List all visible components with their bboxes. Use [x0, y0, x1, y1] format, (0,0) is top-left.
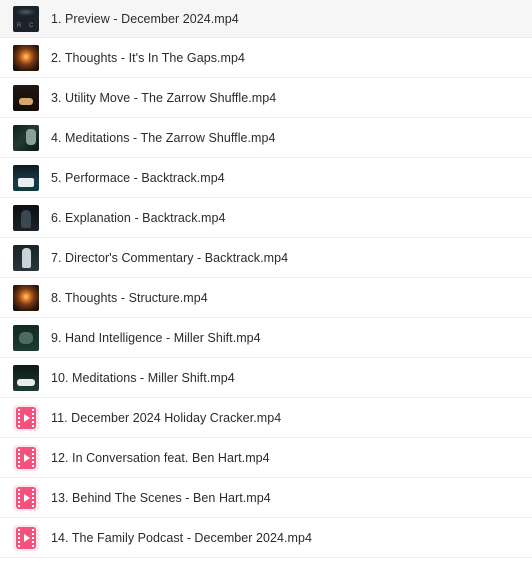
- video-thumbnail: [13, 284, 39, 311]
- video-thumbnail: [13, 204, 39, 231]
- file-name: 12. In Conversation feat. Ben Hart.mp4: [51, 450, 270, 465]
- video-thumbnail: [13, 124, 39, 151]
- video-file-icon: [13, 444, 39, 471]
- video-thumbnail: [13, 44, 39, 71]
- file-name: 7. Director's Commentary - Backtrack.mp4: [51, 250, 289, 265]
- file-row[interactable]: 9. Hand Intelligence - Miller Shift.mp4: [0, 318, 532, 358]
- file-list: R C 1. Preview - December 2024.mp4 2. Th…: [0, 0, 532, 558]
- file-name: 4. Meditations - The Zarrow Shuffle.mp4: [51, 130, 276, 145]
- video-thumbnail: [13, 364, 39, 391]
- file-row[interactable]: 4. Meditations - The Zarrow Shuffle.mp4: [0, 118, 532, 158]
- file-row[interactable]: 10. Meditations - Miller Shift.mp4: [0, 358, 532, 398]
- file-name: 1. Preview - December 2024.mp4: [51, 11, 239, 26]
- file-name: 3. Utility Move - The Zarrow Shuffle.mp4: [51, 90, 277, 105]
- video-thumbnail: [13, 164, 39, 191]
- file-row[interactable]: 13. Behind The Scenes - Ben Hart.mp4: [0, 478, 532, 518]
- file-name: 2. Thoughts - It's In The Gaps.mp4: [51, 50, 246, 65]
- file-name: 6. Explanation - Backtrack.mp4: [51, 210, 226, 225]
- file-row[interactable]: 2. Thoughts - It's In The Gaps.mp4: [0, 38, 532, 78]
- file-name: 10. Meditations - Miller Shift.mp4: [51, 370, 235, 385]
- video-thumbnail: [13, 324, 39, 351]
- file-row[interactable]: 8. Thoughts - Structure.mp4: [0, 278, 532, 318]
- file-row[interactable]: 5. Performace - Backtrack.mp4: [0, 158, 532, 198]
- video-file-icon: [13, 404, 39, 431]
- file-row[interactable]: 6. Explanation - Backtrack.mp4: [0, 198, 532, 238]
- file-row[interactable]: 11. December 2024 Holiday Cracker.mp4: [0, 398, 532, 438]
- file-row[interactable]: R C 1. Preview - December 2024.mp4: [0, 0, 532, 38]
- file-name: 5. Performace - Backtrack.mp4: [51, 170, 225, 185]
- file-name: 8. Thoughts - Structure.mp4: [51, 290, 208, 305]
- file-name: 14. The Family Podcast - December 2024.m…: [51, 530, 313, 545]
- file-name: 13. Behind The Scenes - Ben Hart.mp4: [51, 490, 271, 505]
- video-file-icon: [13, 524, 39, 551]
- file-row[interactable]: 3. Utility Move - The Zarrow Shuffle.mp4: [0, 78, 532, 118]
- file-row[interactable]: 7. Director's Commentary - Backtrack.mp4: [0, 238, 532, 278]
- file-name: 11. December 2024 Holiday Cracker.mp4: [51, 410, 282, 425]
- video-thumbnail: [13, 244, 39, 271]
- file-row[interactable]: 12. In Conversation feat. Ben Hart.mp4: [0, 438, 532, 478]
- video-thumbnail: R C: [13, 5, 39, 32]
- video-thumbnail: [13, 84, 39, 111]
- file-name: 9. Hand Intelligence - Miller Shift.mp4: [51, 330, 261, 345]
- file-row[interactable]: 14. The Family Podcast - December 2024.m…: [0, 518, 532, 558]
- video-file-icon: [13, 484, 39, 511]
